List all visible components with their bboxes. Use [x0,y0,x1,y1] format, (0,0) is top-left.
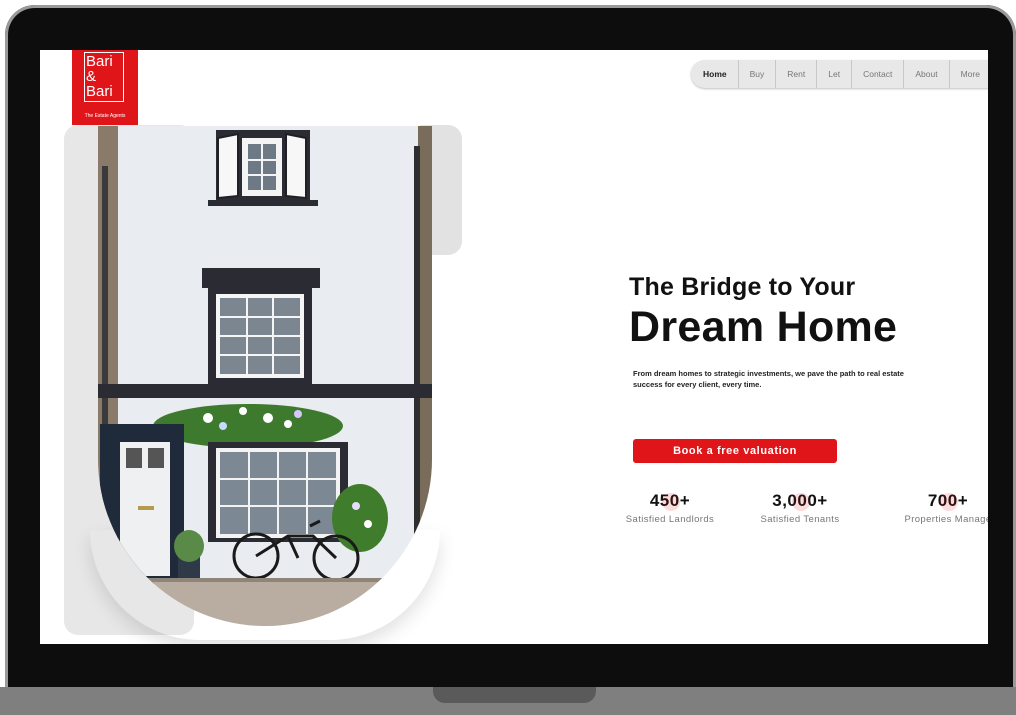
browser-screen: Bari & Bari The Estate Agents Home Buy R… [40,50,988,644]
stat-dot-icon [792,493,810,511]
stat-label: Properties Manage [904,514,988,525]
house-image [98,126,432,626]
nav-about[interactable]: About [903,60,948,88]
nav-more[interactable]: More [948,60,988,88]
site-logo[interactable]: Bari & Bari The Estate Agents [72,50,138,125]
nav-buy[interactable]: Buy [737,60,776,88]
stat-value: 700+ [927,491,969,510]
logo-line-3: Bari [86,83,113,100]
stat-label: Satisfied Landlords [625,514,715,525]
hero-title-big: Dream Home [629,303,898,351]
nav-home[interactable]: Home [691,60,738,88]
hero-description: From dream homes to strategic investment… [633,369,904,389]
hero-title-small: The Bridge to Your [629,273,856,301]
book-valuation-button[interactable]: Book a free valuation [633,439,837,463]
stat-dot-icon [940,493,958,511]
stat-properties: 700+ Properties Manage [878,491,988,525]
logo-tagline: The Estate Agents [84,113,126,119]
nav-contact[interactable]: Contact [851,60,903,88]
stat-tenants: 3,000+ Satisfied Tenants [730,491,870,525]
logo-line-1: Bari [86,53,113,70]
stat-label: Satisfied Tenants [760,514,840,525]
logo-line-2: & [86,68,97,85]
laptop-notch [433,687,596,703]
stat-dot-icon [662,493,680,511]
nav-let[interactable]: Let [816,60,851,88]
main-nav: Home Buy Rent Let Contact About More [691,60,988,88]
stat-landlords: 450+ Satisfied Landlords [600,491,740,525]
nav-rent[interactable]: Rent [775,60,816,88]
